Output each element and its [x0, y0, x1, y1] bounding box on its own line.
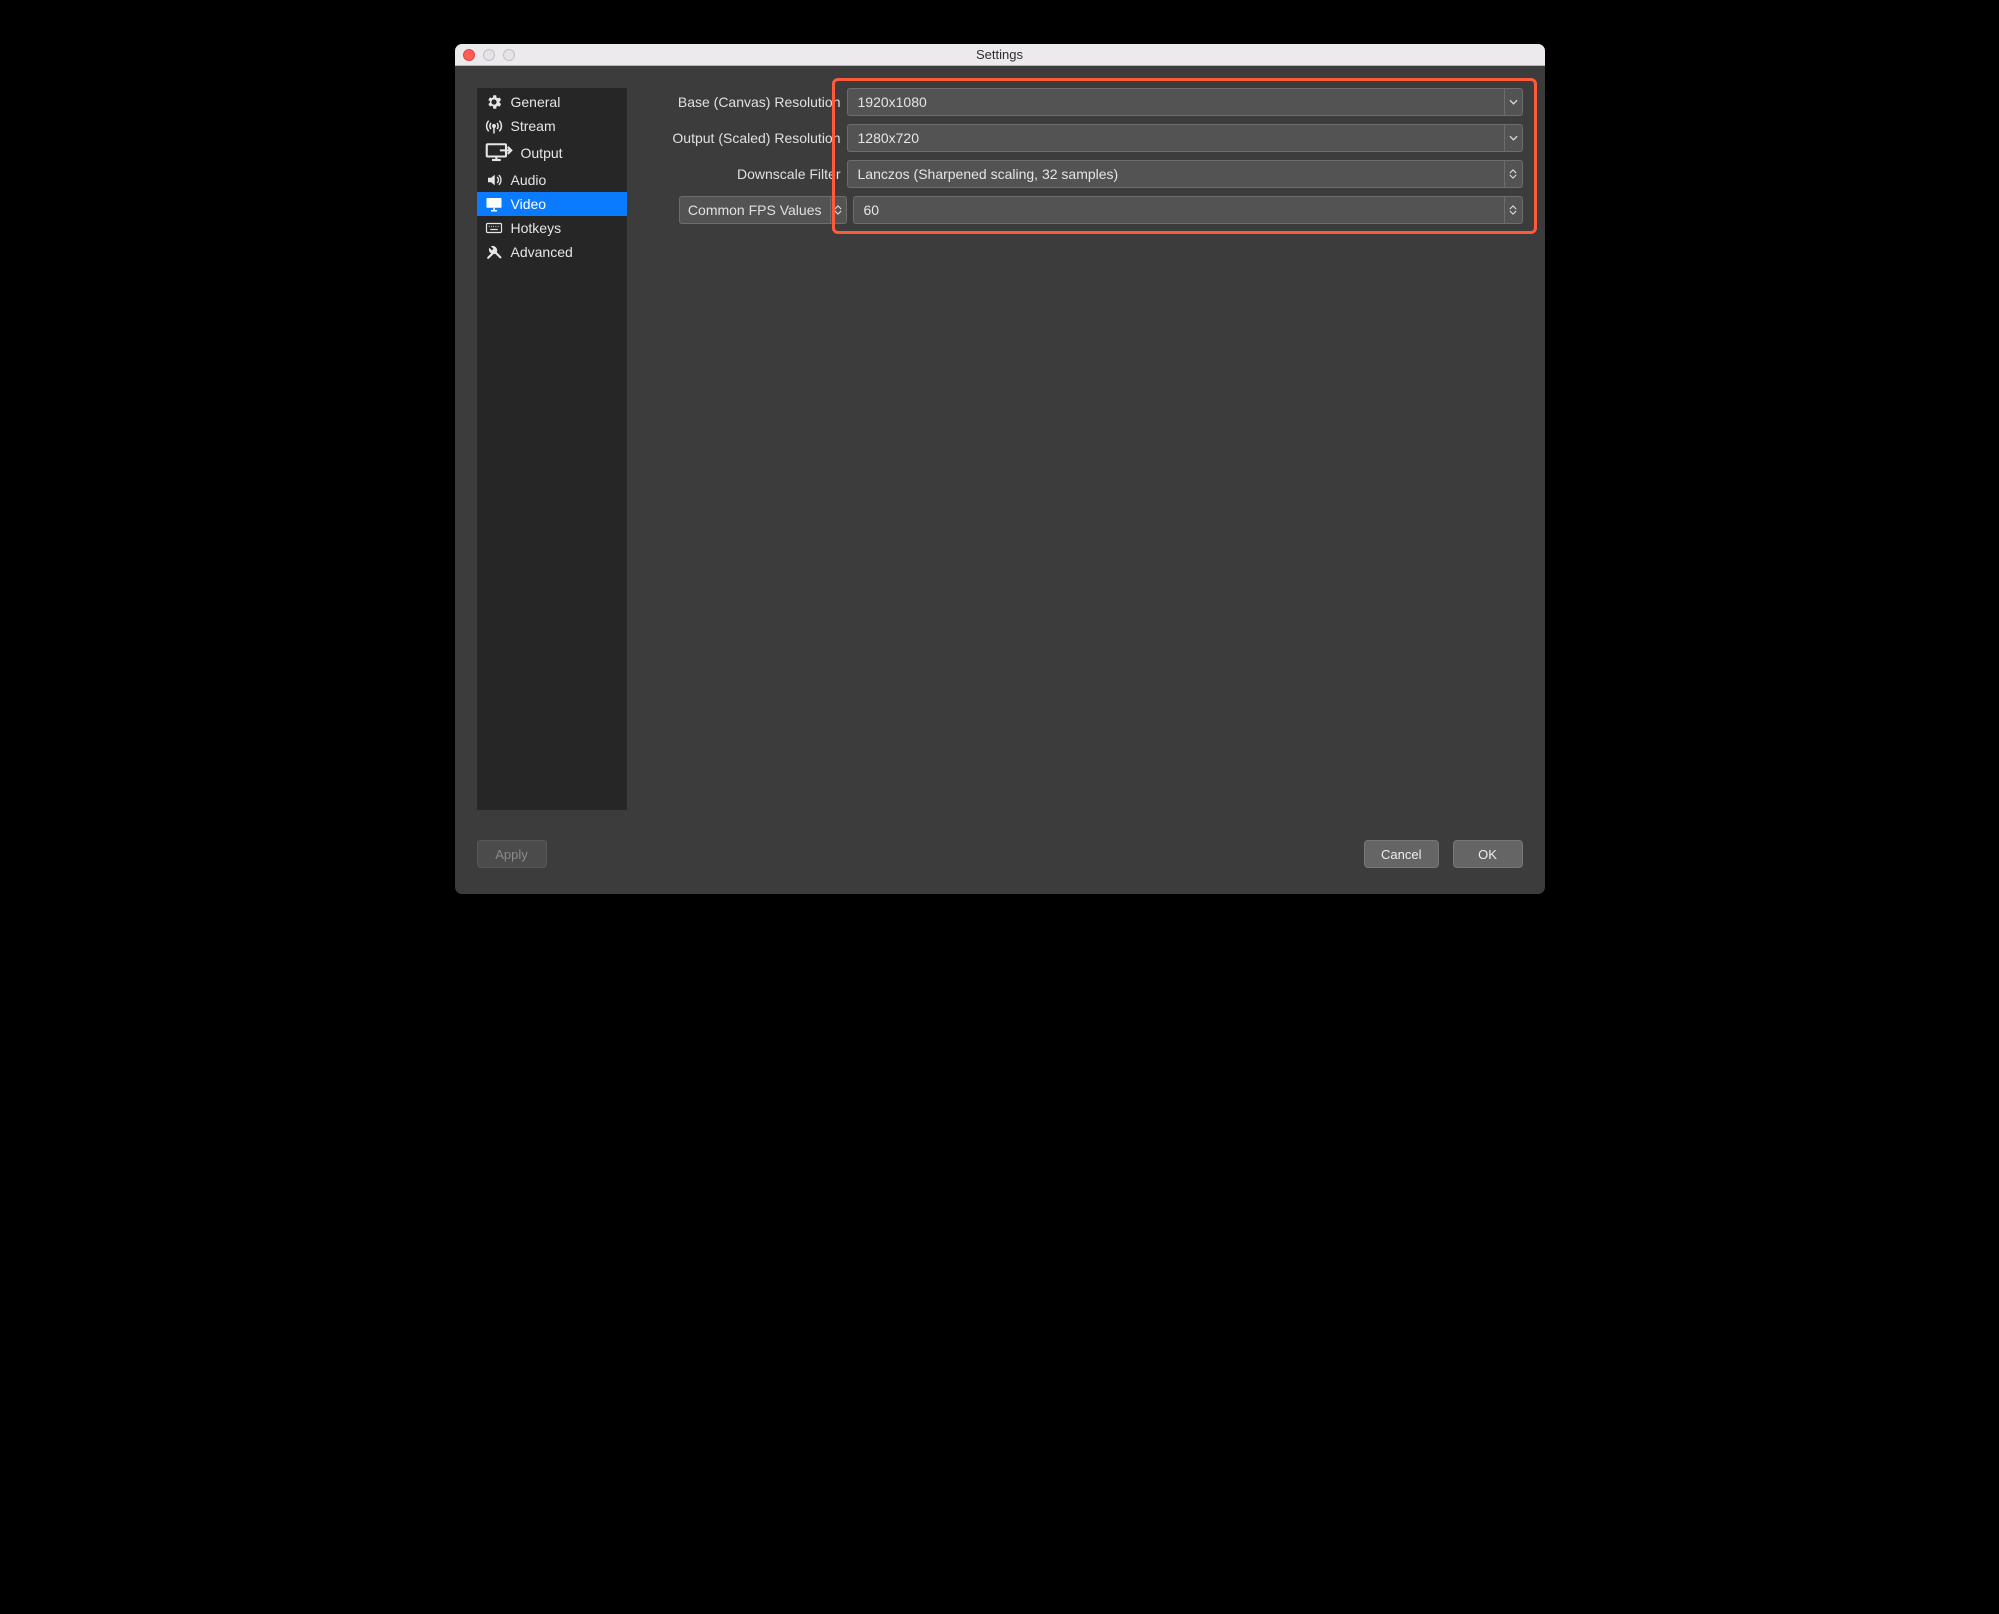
cancel-button[interactable]: Cancel [1364, 840, 1438, 868]
sidebar-item-label: Stream [511, 118, 556, 134]
sidebar-item-label: Output [521, 145, 563, 161]
tools-icon [485, 243, 503, 261]
base-resolution-combobox[interactable]: 1920x1080 [847, 88, 1523, 116]
ok-button[interactable]: OK [1453, 840, 1523, 868]
zoom-window-button[interactable] [503, 49, 515, 61]
sidebar-item-label: Audio [511, 172, 547, 188]
stepper-arrows-icon [830, 197, 846, 223]
settings-window: Settings General Stream Output [455, 44, 1545, 894]
window-title: Settings [455, 47, 1545, 62]
stepper-arrows-icon [1504, 197, 1522, 223]
antenna-icon [485, 117, 503, 135]
output-icon [485, 141, 513, 165]
fps-mode-value: Common FPS Values [680, 202, 830, 218]
sidebar-item-label: General [511, 94, 561, 110]
sidebar-item-output[interactable]: Output [477, 138, 627, 168]
base-resolution-label: Base (Canvas) Resolution [639, 94, 847, 110]
sidebar-item-hotkeys[interactable]: Hotkeys [477, 216, 627, 240]
downscale-filter-value: Lanczos (Sharpened scaling, 32 samples) [848, 166, 1504, 182]
sidebar-item-audio[interactable]: Audio [477, 168, 627, 192]
sidebar-item-advanced[interactable]: Advanced [477, 240, 627, 264]
sidebar-item-label: Hotkeys [511, 220, 562, 236]
stepper-arrows-icon [1504, 161, 1522, 187]
downscale-filter-select[interactable]: Lanczos (Sharpened scaling, 32 samples) [847, 160, 1523, 188]
base-resolution-value: 1920x1080 [848, 94, 1504, 110]
sidebar-item-stream[interactable]: Stream [477, 114, 627, 138]
chevron-down-icon [1504, 125, 1522, 151]
sidebar-item-label: Video [511, 196, 547, 212]
fps-value: 60 [854, 202, 1504, 218]
window-controls [463, 49, 515, 61]
sidebar-item-label: Advanced [511, 244, 573, 260]
chevron-down-icon [1504, 89, 1522, 115]
output-resolution-combobox[interactable]: 1280x720 [847, 124, 1523, 152]
minimize-window-button[interactable] [483, 49, 495, 61]
fps-value-select[interactable]: 60 [853, 196, 1523, 224]
speaker-icon [485, 171, 503, 189]
settings-form: Base (Canvas) Resolution 1920x1080 Outpu… [627, 88, 1523, 810]
keyboard-icon [485, 219, 503, 237]
close-window-button[interactable] [463, 49, 475, 61]
downscale-filter-label: Downscale Filter [639, 166, 847, 182]
settings-sidebar: General Stream Output Audio [477, 88, 627, 810]
output-resolution-value: 1280x720 [848, 130, 1504, 146]
fps-mode-select[interactable]: Common FPS Values [679, 196, 847, 224]
monitor-icon [485, 195, 503, 213]
sidebar-item-general[interactable]: General [477, 90, 627, 114]
titlebar: Settings [455, 44, 1545, 66]
gear-icon [485, 93, 503, 111]
apply-button[interactable]: Apply [477, 840, 547, 868]
dialog-footer: Apply Cancel OK [455, 832, 1545, 894]
sidebar-item-video[interactable]: Video [477, 192, 627, 216]
output-resolution-label: Output (Scaled) Resolution [639, 130, 847, 146]
